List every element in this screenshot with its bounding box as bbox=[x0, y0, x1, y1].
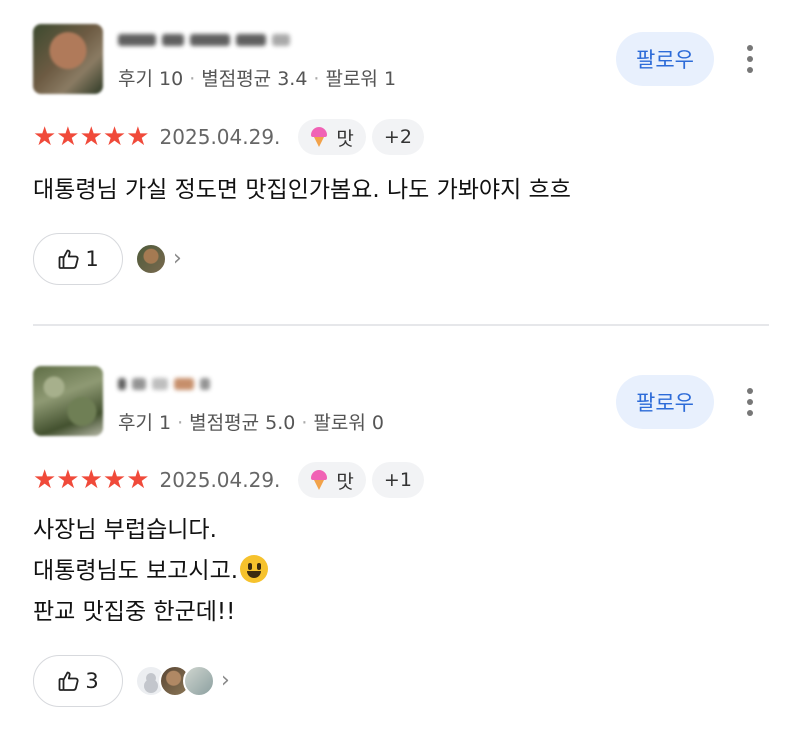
separator-dot: · bbox=[189, 68, 196, 90]
follow-button[interactable]: 팔로우 bbox=[616, 32, 714, 86]
like-count: 1 bbox=[85, 247, 99, 271]
follow-button[interactable]: 팔로우 bbox=[616, 375, 714, 429]
liker-avatars[interactable] bbox=[135, 665, 215, 697]
separator-dot: · bbox=[177, 412, 184, 434]
average-rating: 별점평균 3.4 bbox=[201, 68, 308, 90]
reviewer-stats: 후기 1 · 별점평균 5.0 · 팔로워 0 bbox=[118, 408, 384, 435]
review-count: 후기 1 bbox=[118, 412, 172, 434]
follower-count: 팔로워 1 bbox=[325, 68, 397, 90]
reviewer-avatar[interactable] bbox=[33, 24, 103, 94]
tag-chip-taste[interactable]: 맛 bbox=[298, 462, 366, 498]
average-rating: 별점평균 5.0 bbox=[189, 412, 296, 434]
follower-count: 팔로워 0 bbox=[313, 412, 384, 434]
reviewer-avatar[interactable] bbox=[33, 366, 103, 436]
like-button[interactable]: 3 bbox=[33, 655, 123, 707]
separator-dot: · bbox=[301, 412, 308, 434]
liker-avatar bbox=[183, 665, 215, 697]
liker-avatars[interactable] bbox=[135, 243, 167, 275]
review-text-line-with-emoji: 대통령님도 보고시고. bbox=[33, 551, 269, 592]
like-count: 3 bbox=[85, 669, 99, 693]
more-vertical-icon[interactable] bbox=[738, 39, 762, 79]
rating-row: ★★★★★ 2025.04.29. 맛 +1 bbox=[33, 462, 424, 498]
review-card: 후기 1 · 별점평균 5.0 · 팔로워 0 팔로우 ★★★★★ 2025.04.29… bbox=[0, 344, 800, 730]
thumbs-up-icon bbox=[58, 249, 79, 269]
more-tags-chip[interactable]: +1 bbox=[371, 462, 424, 498]
review-text-line: 사장님 부럽습니다. bbox=[33, 517, 217, 543]
more-vertical-icon[interactable] bbox=[738, 382, 762, 422]
review-card: 후기 10 · 별점평균 3.4 · 팔로워 1 팔로우 ★★★★★ 2025.04.2… bbox=[0, 0, 800, 300]
star-rating: ★★★★★ bbox=[33, 122, 150, 152]
ice-cream-icon bbox=[310, 127, 328, 147]
like-row: 3 › bbox=[33, 655, 230, 707]
review-text: 사장님 부럽습니다. 대통령님도 보고시고. 판교 맛집중 한군데!! bbox=[33, 510, 269, 633]
liker-avatar bbox=[135, 243, 167, 275]
thumbs-up-icon bbox=[58, 671, 79, 691]
review-date: 2025.04.29. bbox=[159, 125, 281, 149]
review-text-line: 대통령님 가실 정도면 맛집인가봄요. 나도 가봐야지 흐흐 bbox=[33, 177, 571, 203]
tag-label: 맛 bbox=[336, 470, 354, 493]
star-rating: ★★★★★ bbox=[33, 465, 150, 495]
review-text-line: 대통령님도 보고시고. bbox=[33, 558, 239, 584]
chevron-right-icon[interactable]: › bbox=[173, 248, 182, 270]
separator-dot: · bbox=[313, 68, 320, 90]
tag-label: 맛 bbox=[336, 127, 354, 150]
smiling-face-emoji bbox=[240, 555, 269, 583]
chevron-right-icon[interactable]: › bbox=[221, 670, 230, 692]
reviewer-stats: 후기 10 · 별점평균 3.4 · 팔로워 1 bbox=[118, 64, 396, 91]
review-text-line: 판교 맛집중 한군데!! bbox=[33, 599, 236, 625]
review-count: 후기 10 bbox=[118, 68, 184, 90]
review-text: 대통령님 가실 정도면 맛집인가봄요. 나도 가봐야지 흐흐 bbox=[33, 170, 571, 211]
tag-chip-taste[interactable]: 맛 bbox=[298, 119, 366, 155]
reviewer-name-redacted[interactable] bbox=[118, 30, 290, 50]
like-row: 1 › bbox=[33, 233, 182, 285]
review-divider bbox=[33, 324, 769, 326]
like-button[interactable]: 1 bbox=[33, 233, 123, 285]
reviewer-name-redacted[interactable] bbox=[118, 374, 210, 394]
more-tags-chip[interactable]: +2 bbox=[371, 119, 424, 155]
review-date: 2025.04.29. bbox=[159, 468, 281, 492]
rating-row: ★★★★★ 2025.04.29. 맛 +2 bbox=[33, 119, 424, 155]
ice-cream-icon bbox=[310, 470, 328, 490]
